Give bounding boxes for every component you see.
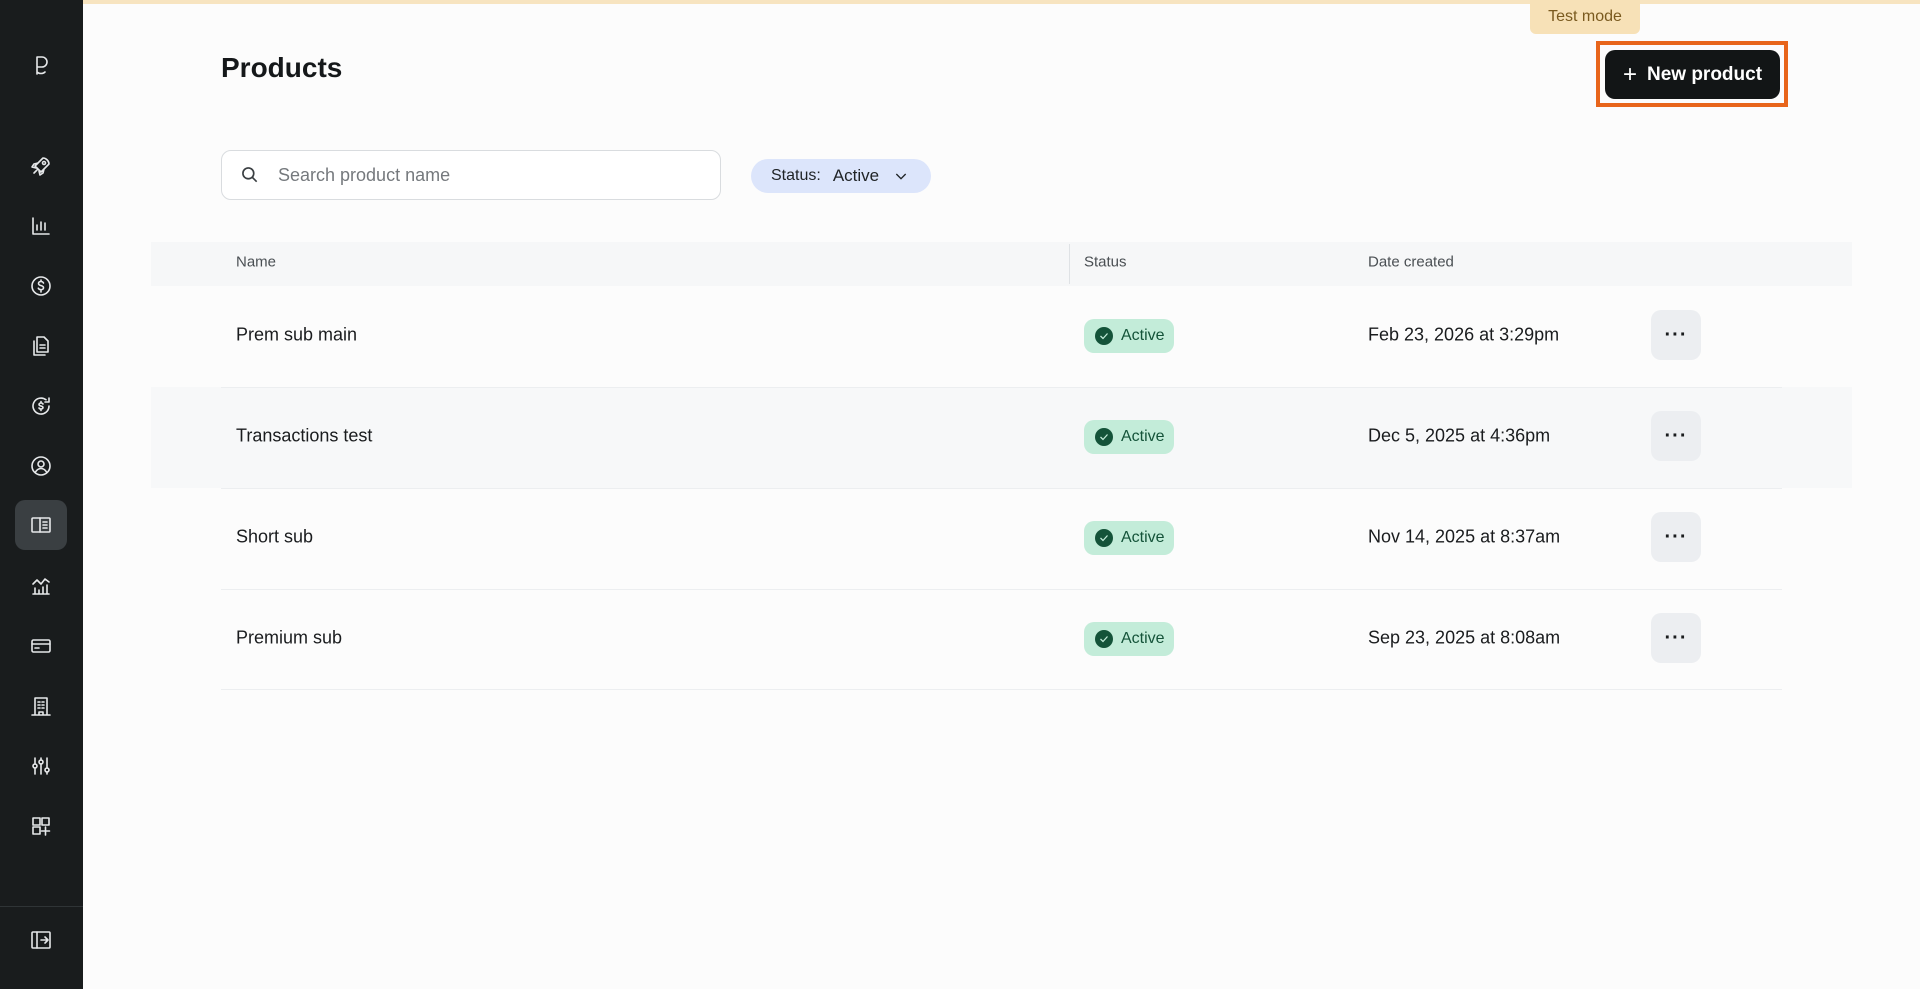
status-filter-value: Active xyxy=(832,166,880,185)
product-name[interactable]: Premium sub xyxy=(236,628,342,649)
new-product-label: New product xyxy=(1646,63,1763,85)
building-icon[interactable] xyxy=(15,681,67,731)
status-badge: Active xyxy=(1084,622,1174,656)
table-row[interactable] xyxy=(151,387,1852,488)
subscription-refresh-icon[interactable] xyxy=(15,381,67,431)
test-mode-badge: Test mode xyxy=(1530,0,1640,34)
column-header-date-created[interactable]: Date created xyxy=(1368,254,1454,271)
search-box[interactable] xyxy=(221,150,721,200)
page-title: Products xyxy=(221,52,343,83)
status-filter-dropdown[interactable]: Status: Active xyxy=(751,159,931,193)
search-icon xyxy=(242,167,258,183)
more-actions-button[interactable]: ··· xyxy=(1651,411,1701,461)
status-badge-label: Active xyxy=(1121,428,1165,445)
row-divider xyxy=(221,488,1782,489)
product-name[interactable]: Short sub xyxy=(236,527,313,548)
polar-logo-icon[interactable] xyxy=(26,50,56,80)
status-badge: Active xyxy=(1084,319,1174,353)
sidebar-divider xyxy=(0,906,83,907)
add-widget-icon[interactable] xyxy=(15,801,67,851)
status-filter-label: Status: xyxy=(771,167,821,184)
collapse-sidebar-icon[interactable] xyxy=(15,915,67,965)
product-catalog-icon[interactable] xyxy=(15,500,67,550)
new-product-button[interactable]: + New product xyxy=(1605,50,1780,99)
check-circle-icon xyxy=(1095,529,1113,547)
status-badge-label: Active xyxy=(1121,630,1165,647)
table-header xyxy=(151,242,1852,286)
analytics-icon[interactable] xyxy=(15,561,67,611)
sliders-icon[interactable] xyxy=(15,741,67,791)
column-header-status[interactable]: Status xyxy=(1084,254,1127,271)
rocket-icon[interactable] xyxy=(15,141,67,191)
status-badge-label: Active xyxy=(1121,327,1165,344)
date-created: Feb 23, 2026 at 3:29pm xyxy=(1368,324,1560,345)
date-created: Nov 14, 2025 at 8:37am xyxy=(1368,526,1561,547)
table-row[interactable] xyxy=(151,589,1852,690)
product-name[interactable]: Transactions test xyxy=(236,426,372,447)
column-divider xyxy=(1069,244,1070,284)
status-badge: Active xyxy=(1084,420,1174,454)
product-name[interactable]: Prem sub main xyxy=(236,325,357,346)
check-circle-icon xyxy=(1095,327,1113,345)
credit-card-icon[interactable] xyxy=(15,621,67,671)
chevron-down-icon xyxy=(895,173,907,180)
more-actions-button[interactable]: ··· xyxy=(1651,613,1701,663)
status-badge-label: Active xyxy=(1121,529,1165,546)
more-actions-button[interactable]: ··· xyxy=(1651,512,1701,562)
date-created: Sep 23, 2025 at 8:08am xyxy=(1368,627,1561,648)
row-divider xyxy=(221,589,1782,590)
bar-chart-icon[interactable] xyxy=(15,201,67,251)
test-mode-strip xyxy=(83,0,1920,4)
more-actions-button[interactable]: ··· xyxy=(1651,310,1701,360)
user-circle-icon[interactable] xyxy=(15,441,67,491)
plus-icon: + xyxy=(1622,60,1637,88)
documents-icon[interactable] xyxy=(15,321,67,371)
status-badge: Active xyxy=(1084,521,1174,555)
search-input[interactable] xyxy=(278,164,678,186)
column-header-name[interactable]: Name xyxy=(236,254,276,271)
check-circle-icon xyxy=(1095,428,1113,446)
row-divider xyxy=(221,689,1782,690)
sidebar xyxy=(0,0,83,989)
dollar-circle-icon[interactable] xyxy=(15,261,67,311)
table-row[interactable] xyxy=(151,286,1852,387)
row-divider xyxy=(221,387,1782,388)
check-circle-icon xyxy=(1095,630,1113,648)
date-created: Dec 5, 2025 at 4:36pm xyxy=(1368,425,1551,446)
table-row[interactable] xyxy=(151,488,1852,589)
